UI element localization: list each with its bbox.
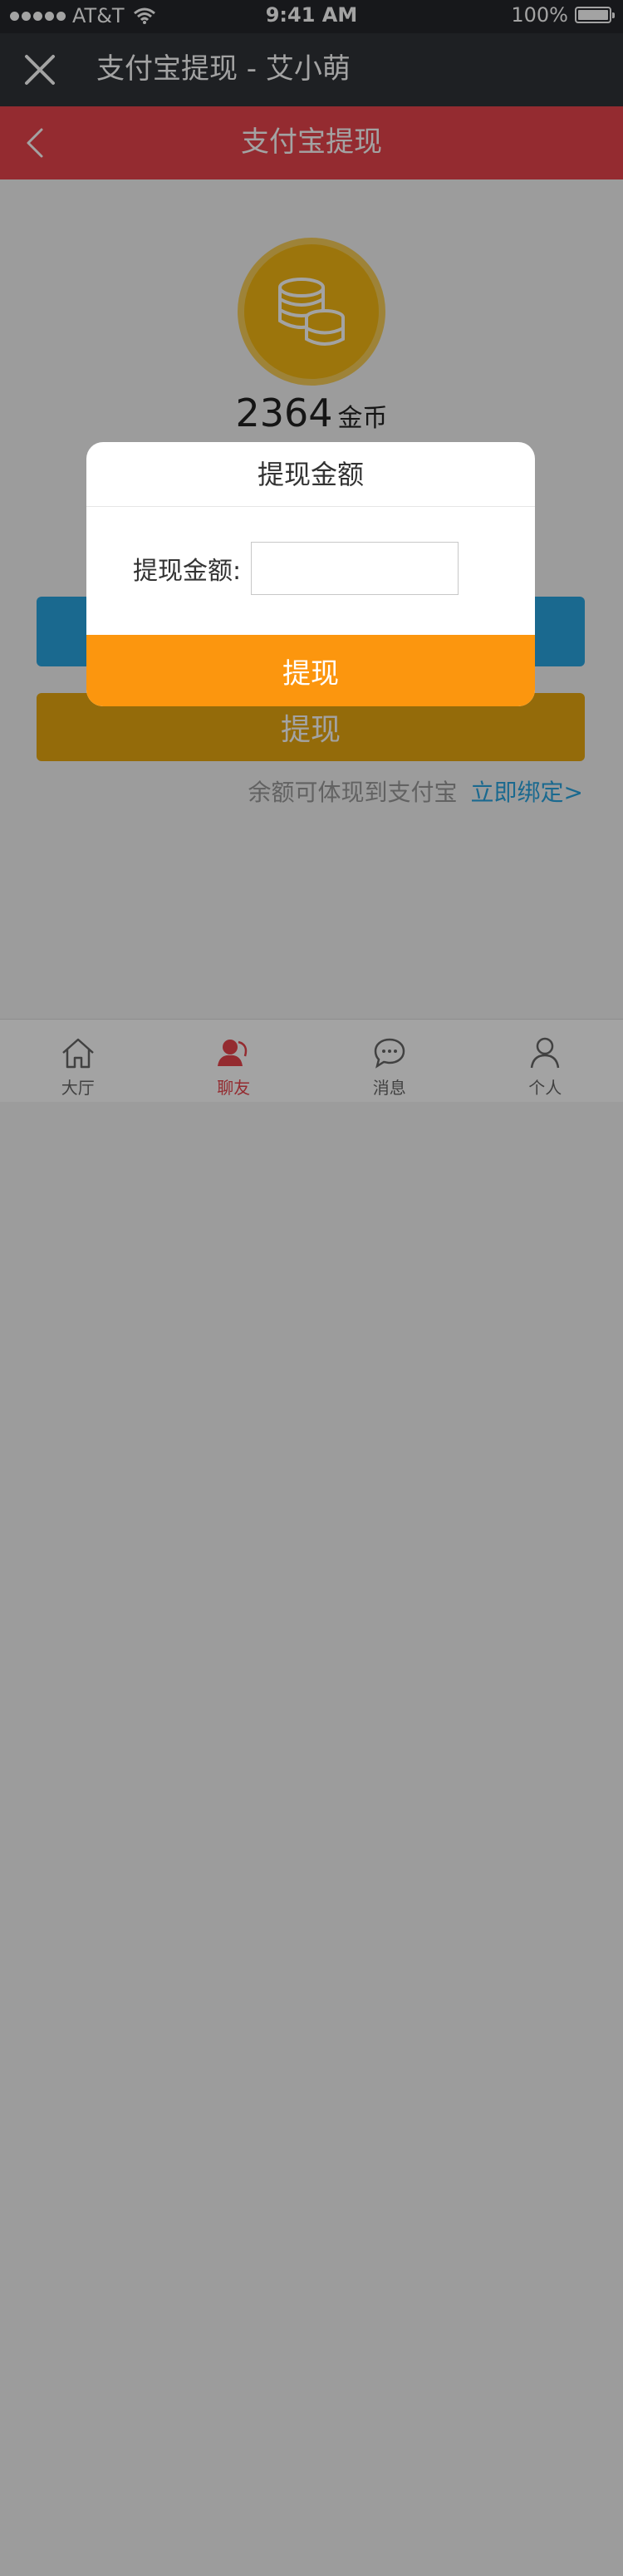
dialog-title: 提现金额 [86,442,535,507]
amount-input[interactable] [251,542,459,595]
withdraw-dialog: 提现金额 提现金额: 提现 [86,442,535,706]
amount-row: 提现金额: [133,542,459,595]
amount-label: 提现金额: [133,557,242,586]
modal-overlay[interactable] [0,0,623,2576]
submit-withdraw-button[interactable]: 提现 [86,635,535,706]
